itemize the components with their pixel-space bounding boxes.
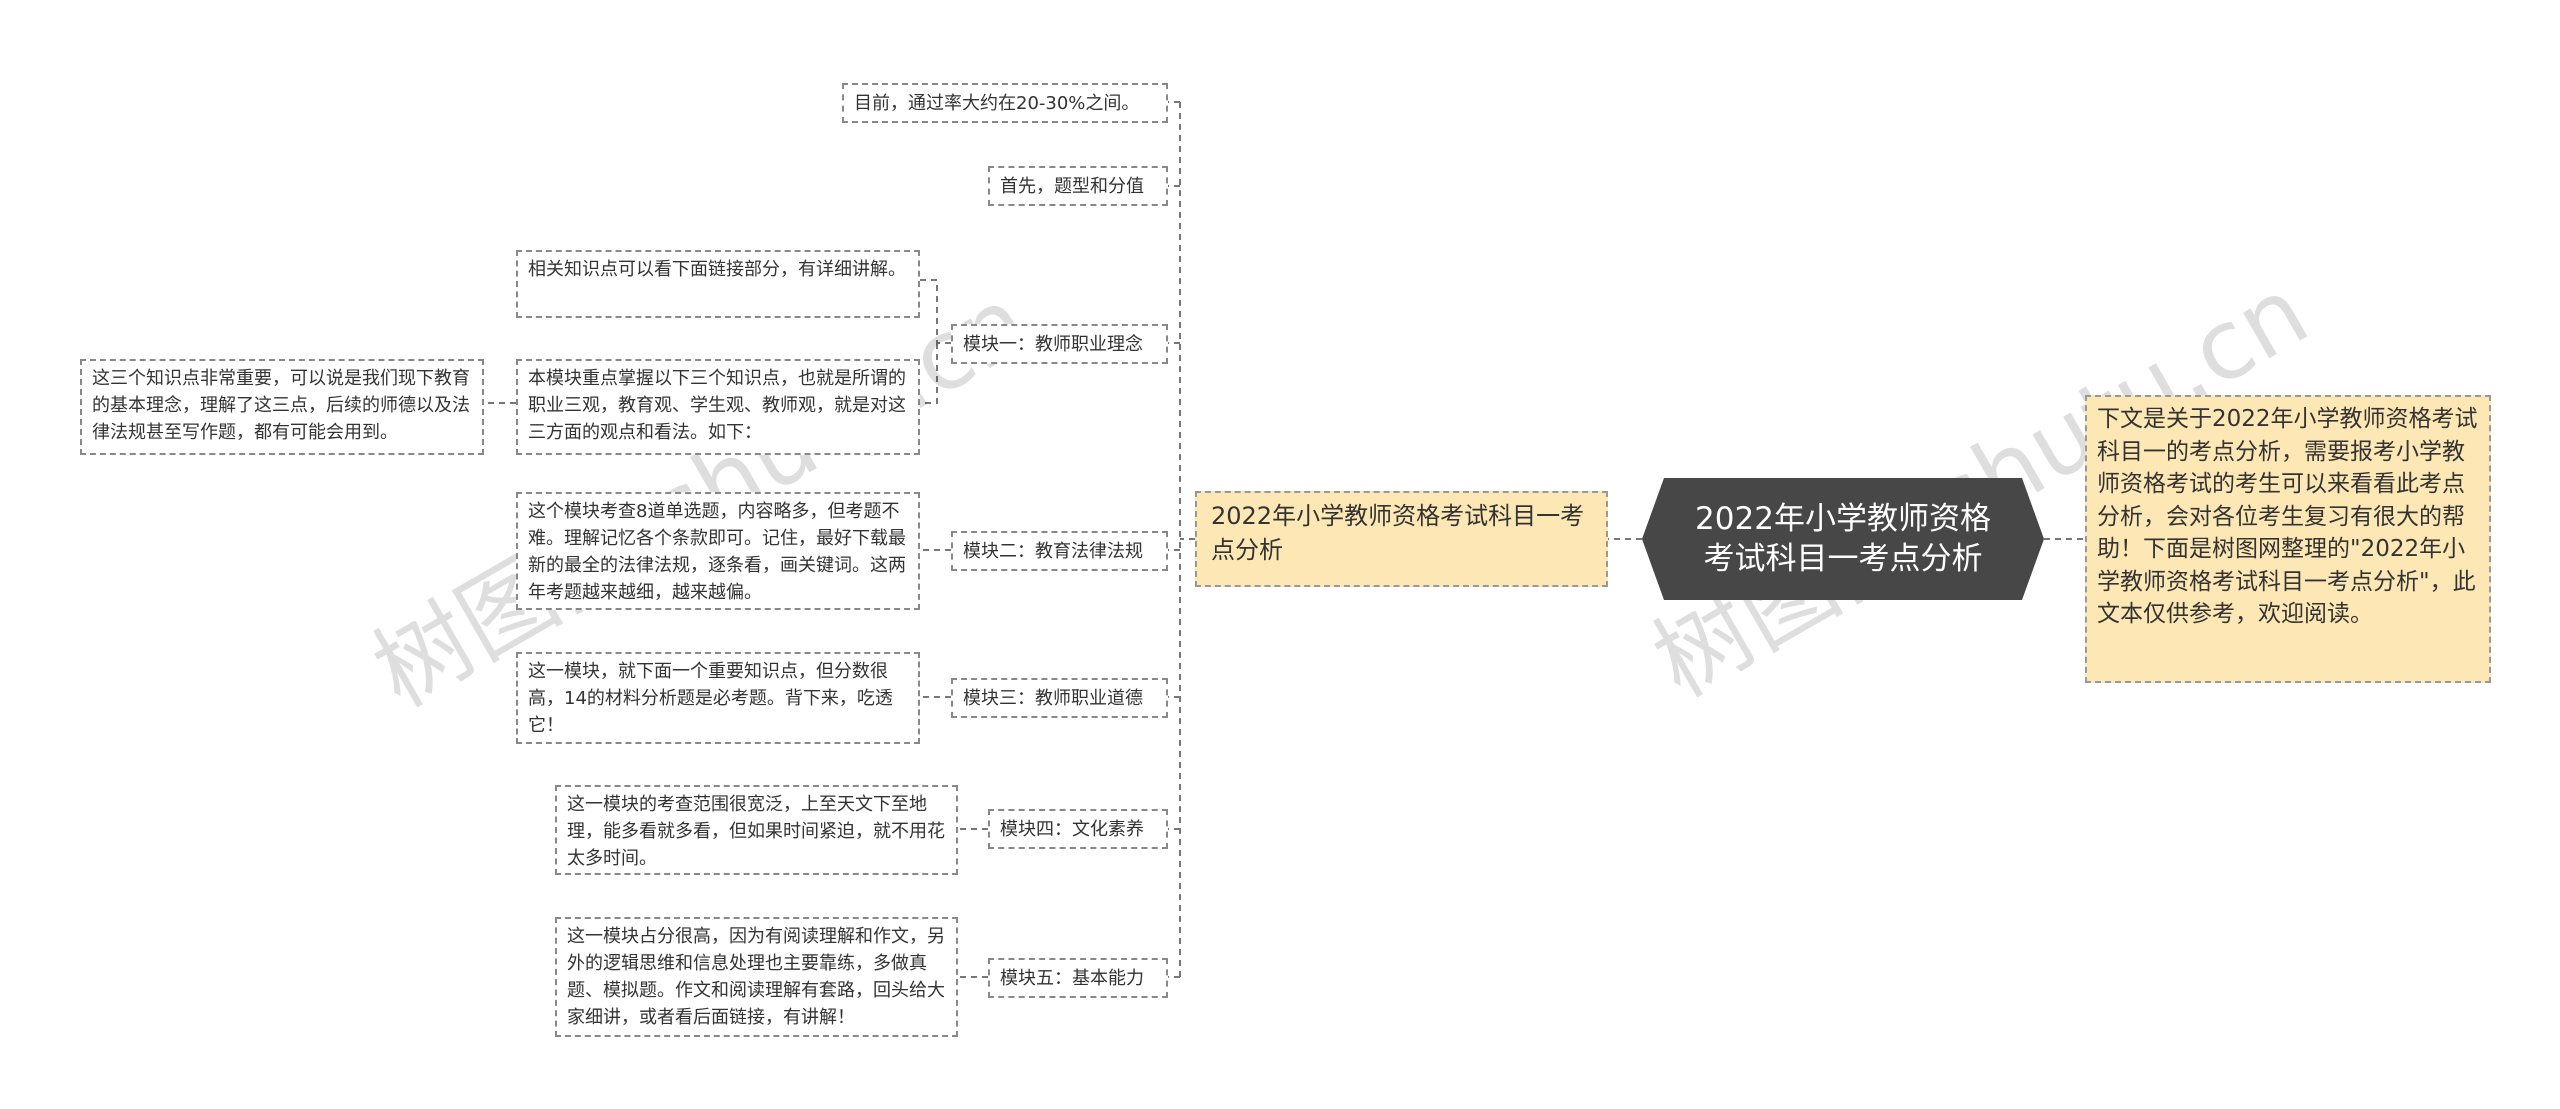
module1-label: 模块一：教师职业理念 [963,334,1143,355]
module2-detail-node[interactable]: 这个模块考查8道单选题，内容略多，但考题不难。理解记忆各个条款即可。记住，最好下… [516,492,920,610]
right-topic-node[interactable]: 下文是关于2022年小学教师资格考试科目一的考点分析，需要报考小学教师资格考试的… [2085,395,2491,683]
module5-detail-text: 这一模块占分很高，因为有阅读理解和作文，另外的逻辑思维和信息处理也主要靠练，多做… [567,926,945,1028]
module5-detail-node[interactable]: 这一模块占分很高，因为有阅读理解和作文，另外的逻辑思维和信息处理也主要靠练，多做… [555,917,958,1037]
module1-detail2-child-text: 这三个知识点非常重要，可以说是我们现下教育的基本理念，理解了这三点，后续的师德以… [92,368,470,443]
module3-label: 模块三：教师职业道德 [963,688,1143,709]
module2-label: 模块二：教育法律法规 [963,541,1143,562]
pass-rate-node[interactable]: 目前，通过率大约在20-30%之间。 [842,83,1168,123]
question-types-node[interactable]: 首先，题型和分值 [988,166,1168,206]
module3-detail-text: 这一模块，就下面一个重要知识点，但分数很高，14的材料分析题是必考题。背下来，吃… [528,661,893,736]
module5-node[interactable]: 模块五：基本能力 [988,958,1168,998]
module4-label: 模块四：文化素养 [1000,819,1144,840]
module2-detail-text: 这个模块考查8道单选题，内容略多，但考题不难。理解记忆各个条款即可。记住，最好下… [528,501,906,603]
question-types-text: 首先，题型和分值 [1000,176,1144,197]
module1-detail2-text: 本模块重点掌握以下三个知识点，也就是所谓的职业三观，教育观、学生观、教师观，就是… [528,368,906,443]
left-topic-text: 2022年小学教师资格考试科目一考点分析 [1211,502,1585,564]
module5-label: 模块五：基本能力 [1000,968,1144,989]
root-title: 2022年小学教师资格考试科目一考点分析 [1695,501,1991,577]
module3-detail-node[interactable]: 这一模块，就下面一个重要知识点，但分数很高，14的材料分析题是必考题。背下来，吃… [516,652,920,744]
right-topic-text: 下文是关于2022年小学教师资格考试科目一的考点分析，需要报考小学教师资格考试的… [2097,406,2478,627]
module1-detail2-child-node[interactable]: 这三个知识点非常重要，可以说是我们现下教育的基本理念，理解了这三点，后续的师德以… [80,359,484,455]
module3-node[interactable]: 模块三：教师职业道德 [951,678,1168,718]
module4-detail-text: 这一模块的考查范围很宽泛，上至天文下至地理，能多看就多看，但如果时间紧迫，就不用… [567,794,945,869]
module1-detail2-node[interactable]: 本模块重点掌握以下三个知识点，也就是所谓的职业三观，教育观、学生观、教师观，就是… [516,359,920,455]
module1-detail1-node[interactable]: 相关知识点可以看下面链接部分，有详细讲解。 [516,250,920,318]
module2-node[interactable]: 模块二：教育法律法规 [951,531,1168,571]
module1-detail1-text: 相关知识点可以看下面链接部分，有详细讲解。 [528,259,906,280]
left-topic-node[interactable]: 2022年小学教师资格考试科目一考点分析 [1195,491,1608,587]
pass-rate-text: 目前，通过率大约在20-30%之间。 [854,93,1140,114]
module1-node[interactable]: 模块一：教师职业理念 [951,324,1168,364]
module4-node[interactable]: 模块四：文化素养 [988,809,1168,849]
root-node[interactable]: 2022年小学教师资格考试科目一考点分析 [1642,478,2044,600]
module4-detail-node[interactable]: 这一模块的考查范围很宽泛，上至天文下至地理，能多看就多看，但如果时间紧迫，就不用… [555,785,958,875]
